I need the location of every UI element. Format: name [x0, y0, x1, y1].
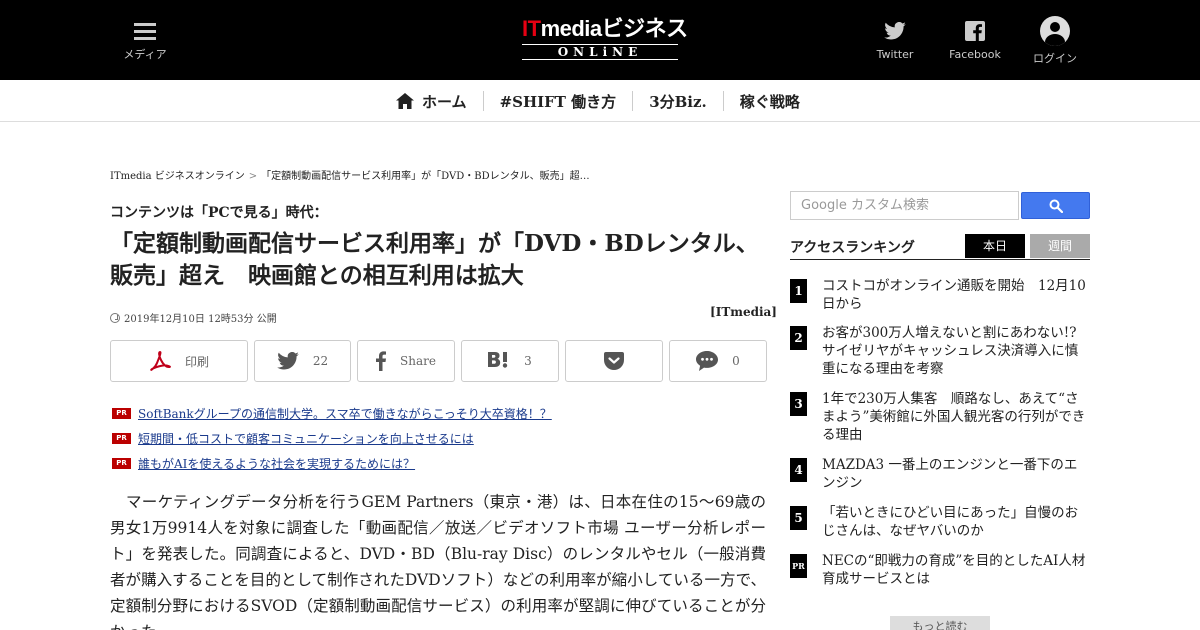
pocket-button[interactable]	[565, 340, 663, 382]
article-source: [ITmedia]	[710, 305, 777, 319]
media-menu-label: メディア	[123, 48, 167, 61]
article-kicker: コンテンツは「PCで見る」時代：	[110, 205, 328, 221]
ranking-number: 2	[790, 326, 807, 350]
breadcrumb-separator: >	[248, 171, 258, 182]
nav-item-strategy[interactable]: 稼ぐ戦略	[722, 91, 816, 111]
print-label: 印刷	[184, 354, 209, 369]
nav-item-label: #SHIFT 働き方	[499, 92, 617, 111]
facebook-icon	[376, 351, 387, 371]
search-icon	[1049, 199, 1063, 213]
nav-item-shift[interactable]: #SHIFT 働き方	[482, 91, 633, 111]
facebook-icon	[940, 18, 1010, 44]
article-body: マーケティングデータ分析を行うGEM Partners（東京・港）は、日本在住の…	[110, 493, 766, 630]
more-button[interactable]: もっと読む	[890, 616, 990, 630]
nav-list: ホーム #SHIFT 働き方 3分Biz. 稼ぐ戦略	[396, 80, 816, 122]
pr-link[interactable]: SoftBankグループの通信制大学。スマ卒で働きながらこっそり大卒資格！？	[138, 405, 552, 422]
breadcrumb: ITmedia ビジネスオンライン > 「定額制動画配信サービス利用率」が「DVD・…	[110, 167, 590, 182]
pr-link[interactable]: 短期間・低コストで顧客コミュニケーションを向上させるには	[138, 430, 474, 447]
facebook-share-label: Share	[400, 354, 436, 368]
ranking-link[interactable]: お客が300万人増えないと割にあわない!? サイゼリヤがキャッシュレス決済導入に…	[822, 324, 1090, 378]
pr-badge: PR	[112, 433, 131, 444]
facebook-label: Facebook	[949, 48, 1001, 61]
pr-badge: PR	[112, 458, 131, 469]
comment-count: 0	[732, 354, 740, 368]
nav-item-label: 稼ぐ戦略	[739, 92, 800, 111]
pr-item: PR 短期間・低コストで顧客コミュニケーションを向上させるには	[112, 426, 552, 451]
twitter-label: Twitter	[876, 48, 914, 61]
breadcrumb-home-link[interactable]: ITmedia ビジネスオンライン	[110, 171, 245, 182]
nav-item-home[interactable]: ホーム	[396, 91, 483, 111]
share-hatena-button[interactable]: 3	[461, 340, 559, 382]
comment-button[interactable]: 0	[669, 340, 767, 382]
logo-text: ITmediaビジネス	[522, 16, 688, 41]
pr-badge: PR	[112, 408, 131, 419]
ranking-link[interactable]: 1年で230万人集客 順路なし、あえて“さまよう”美術館に外国人観光客の行列がで…	[822, 390, 1090, 444]
breadcrumb-current: 「定額制動画配信サービス利用率」が「DVD・BDレンタル、販売」超…	[261, 171, 590, 182]
nav-item-label: 3分Biz.	[649, 92, 707, 111]
login-button[interactable]: ログイン	[1020, 16, 1090, 66]
pr-item: PR 誰もがAIを使えるような社会を実現するためには？	[112, 451, 552, 476]
hatena-share-count: 3	[524, 354, 532, 368]
comment-icon	[696, 351, 719, 371]
print-button[interactable]: 印刷	[110, 340, 248, 382]
facebook-link[interactable]: Facebook	[940, 18, 1010, 61]
ranking-link[interactable]: MAZDA3 一番上のエンジンと一番下のエンジン	[822, 456, 1090, 492]
ranking-number: 3	[790, 392, 807, 416]
twitter-share-count: 22	[312, 354, 329, 368]
site-header: メディア ITmediaビジネス ONLiNE Twitter Facebook…	[0, 0, 1200, 80]
nav-item-label: ホーム	[422, 92, 467, 111]
ranking-link[interactable]: NECの“即戦力の育成”を目的としたAI人材育成サービスとは	[822, 552, 1090, 588]
search-button[interactable]	[1021, 192, 1090, 219]
ranking-link[interactable]: 「若いときにひどい目にあった」自慢のおじさんは、なぜヤバいのか	[822, 504, 1090, 540]
ranking-number: 4	[790, 458, 807, 482]
tab-week[interactable]: 週間	[1030, 234, 1090, 258]
pocket-icon	[604, 352, 624, 370]
twitter-link[interactable]: Twitter	[860, 18, 930, 61]
home-icon	[396, 93, 414, 109]
twitter-icon	[277, 352, 299, 370]
logo-subtext: ONLiNE	[522, 44, 678, 60]
ranking-title: アクセスランキング	[790, 240, 915, 256]
twitter-icon	[860, 18, 930, 44]
media-menu-button[interactable]: メディア	[120, 20, 170, 62]
hatena-bookmark-icon	[488, 352, 508, 368]
main-navigation: ホーム #SHIFT 働き方 3分Biz. 稼ぐ戦略	[0, 80, 1200, 122]
search-input[interactable]	[791, 192, 1018, 219]
article-headline: 「定額制動画配信サービス利用率」が「DVD・BDレンタル、販売」超え 映画館との…	[110, 230, 759, 289]
pr-link[interactable]: 誰もがAIを使えるような社会を実現するためには？	[138, 455, 415, 472]
hamburger-icon	[134, 23, 156, 41]
search-field[interactable]	[790, 191, 1019, 220]
user-avatar-icon	[1040, 16, 1070, 46]
article-date-text: 2019年12月10日 12時53分 公開	[124, 314, 277, 325]
ranking-number: 1	[790, 279, 807, 303]
share-twitter-button[interactable]: 22	[254, 340, 351, 382]
tab-today[interactable]: 本日	[965, 234, 1025, 258]
site-logo[interactable]: ITmediaビジネス ONLiNE	[522, 16, 688, 64]
article-date: 2019年12月10日 12時53分 公開	[110, 310, 277, 325]
login-label: ログイン	[1033, 52, 1077, 65]
nav-item-3minbiz[interactable]: 3分Biz.	[632, 91, 723, 111]
ranking-pr-badge: PR	[790, 554, 807, 578]
share-facebook-button[interactable]: Share	[357, 340, 455, 382]
ranking-link[interactable]: コストコがオンライン通販を開始 12月10日から	[822, 277, 1090, 313]
pr-item: PR SoftBankグループの通信制大学。スマ卒で働きながらこっそり大卒資格！…	[112, 401, 552, 426]
clock-icon	[110, 312, 120, 323]
ranking-number: 5	[790, 506, 807, 530]
ranking-divider	[790, 259, 1090, 260]
pr-link-list: PR SoftBankグループの通信制大学。スマ卒で働きながらこっそり大卒資格！…	[112, 401, 552, 476]
pdf-icon	[150, 351, 171, 371]
